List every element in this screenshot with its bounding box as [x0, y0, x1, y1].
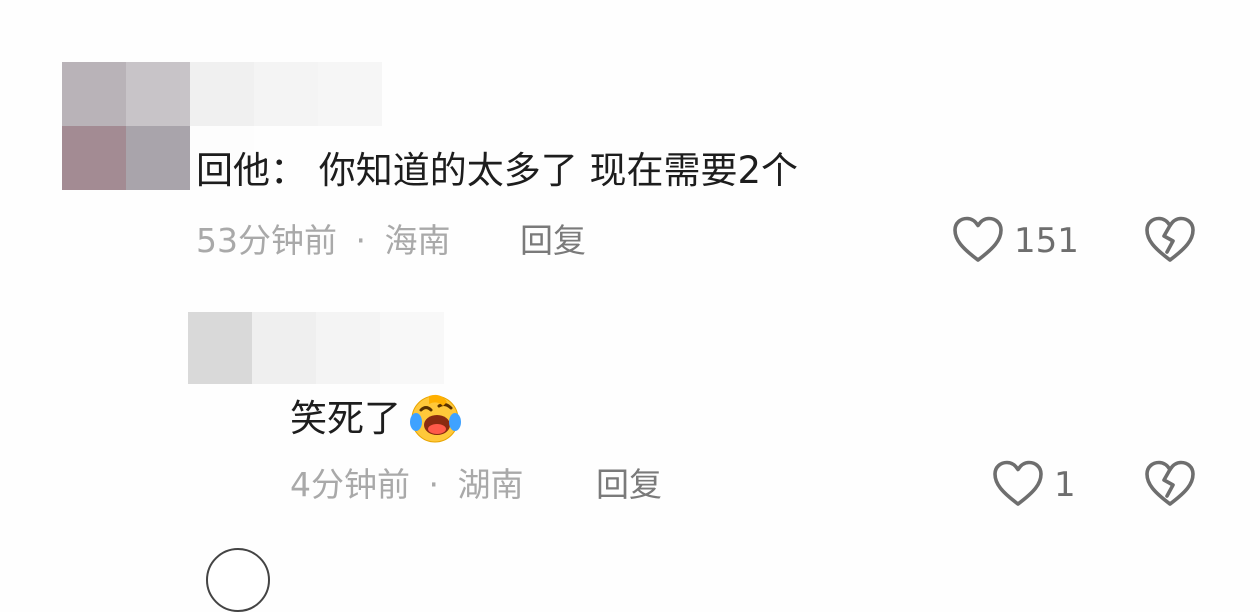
- heart-outline-icon[interactable]: [952, 216, 1004, 264]
- comment-meta: 53分钟前 · 海南: [196, 224, 451, 257]
- reply-comment-row: 笑死了: [290, 392, 463, 444]
- comment-location: 湖南: [457, 465, 524, 504]
- reply-button[interactable]: 回复: [596, 468, 662, 501]
- comment-time: 53分钟前: [196, 221, 337, 260]
- reply-button[interactable]: 回复: [520, 224, 586, 257]
- reply-comment-meta: 4分钟前 · 湖南: [290, 468, 524, 501]
- reply-avatar-and-username-blurred: [188, 312, 444, 384]
- comment-time: 4分钟前: [290, 465, 410, 504]
- broken-heart-icon[interactable]: [1144, 216, 1196, 264]
- like-count: 1: [1054, 465, 1076, 505]
- reply-comment-text: 笑死了: [290, 396, 401, 440]
- meta-separator: ·: [355, 221, 367, 260]
- laughing-face-emoji-icon: [410, 394, 461, 443]
- broken-heart-icon[interactable]: [1144, 460, 1196, 508]
- comment-location: 海南: [384, 221, 451, 260]
- like-count: 151: [1014, 221, 1079, 261]
- heart-outline-icon[interactable]: [992, 460, 1044, 508]
- next-comment-avatar: [206, 548, 270, 612]
- meta-separator: ·: [428, 465, 440, 504]
- comment-text: 回他： 你知道的太多了 现在需要2个: [196, 149, 799, 192]
